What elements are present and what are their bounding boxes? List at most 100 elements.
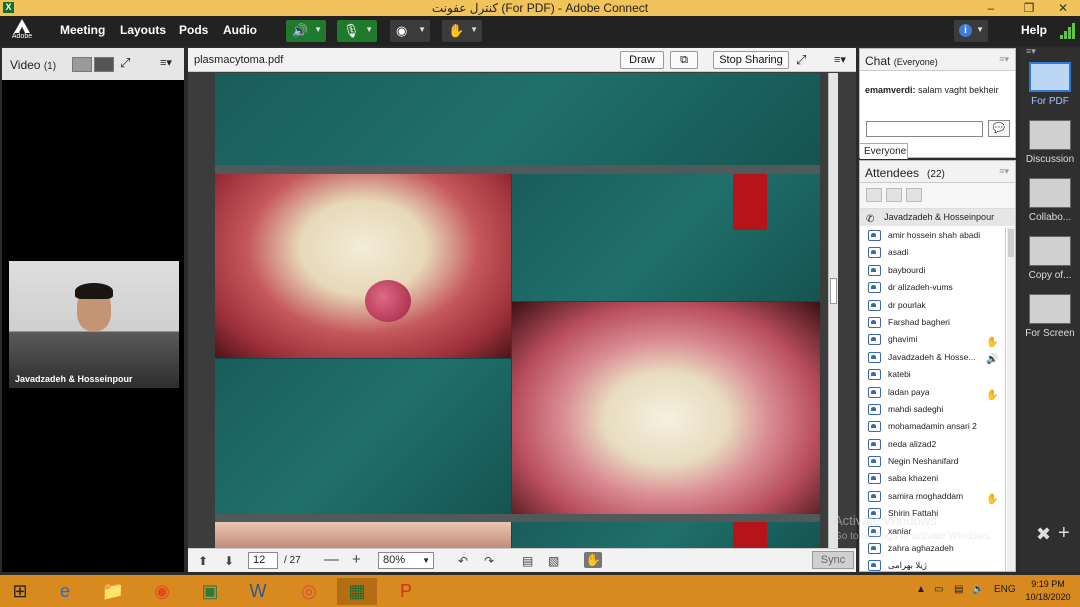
user-icon: [868, 438, 881, 450]
pod-menu-icon[interactable]: ≡▾: [1026, 46, 1036, 57]
attendee-row[interactable]: dr alizadeh-vums: [860, 279, 1005, 296]
tray-expand-icon[interactable]: ▲: [916, 584, 926, 595]
host-row[interactable]: ✆ Javadzadeh & Hosseinpour: [860, 209, 1015, 226]
draw-button[interactable]: Draw: [620, 51, 664, 69]
attendee-row[interactable]: katebi: [860, 366, 1005, 383]
zoom-in-icon[interactable]: +: [352, 551, 361, 568]
attendee-row[interactable]: dr pourlak: [860, 297, 1005, 314]
attendee-row[interactable]: ژیلا بهرامی: [860, 557, 1005, 571]
send-message-button[interactable]: 💬: [988, 120, 1010, 137]
document-scrollbar[interactable]: [828, 73, 838, 549]
attendee-row[interactable]: ghavimi ✋: [860, 331, 1005, 348]
layout-item[interactable]: Collabo...: [1024, 178, 1076, 223]
pod-menu-icon[interactable]: ≡▾: [999, 166, 1009, 177]
menu-pods[interactable]: Pods: [179, 23, 208, 37]
menu-audio[interactable]: Audio: [223, 23, 257, 37]
info-button[interactable]: i ▼: [954, 20, 988, 42]
attendee-row[interactable]: mohamadamin ansari 2: [860, 418, 1005, 435]
network-icon[interactable]: ▤: [954, 584, 963, 595]
layout-item[interactable]: For PDF: [1024, 62, 1076, 107]
layout-label: Copy of...: [1028, 270, 1072, 281]
single-page-icon[interactable]: ▤: [522, 554, 533, 568]
webcam-button[interactable]: ◉ ▼: [390, 20, 430, 42]
attendee-scrollbar[interactable]: [1007, 227, 1015, 571]
pointer-icon: ⧉: [680, 54, 688, 66]
microphone-button[interactable]: 🎙 ▼: [337, 20, 377, 42]
pod-menu-icon[interactable]: ≡▾: [834, 53, 846, 66]
arrow-up-icon[interactable]: ⬆: [198, 554, 208, 568]
attendee-name: ژیلا بهرامی: [888, 560, 927, 571]
attendee-row[interactable]: mahdi sadeghi: [860, 401, 1005, 418]
store-icon[interactable]: ▣: [190, 578, 230, 605]
attendee-row[interactable]: Farshad bagheri: [860, 314, 1005, 331]
file-explorer-icon[interactable]: 📁: [93, 578, 133, 605]
attendees-title: Attendees: [865, 166, 920, 180]
attendee-row[interactable]: amir hossein shah abadi: [860, 227, 1005, 244]
attendee-row[interactable]: Negin Neshanifard: [860, 453, 1005, 470]
adobe-connect-icon[interactable]: ▦: [337, 578, 377, 605]
menu-meeting[interactable]: Meeting: [60, 23, 105, 37]
windows-start-icon[interactable]: ⊞: [0, 578, 40, 605]
stop-sharing-button[interactable]: Stop Sharing: [713, 51, 789, 69]
filmstrip-view-icon[interactable]: [94, 57, 114, 72]
hand-tool-icon[interactable]: ✋: [584, 552, 602, 568]
zoom-select[interactable]: 80% ▼: [378, 552, 434, 569]
chat-input[interactable]: [866, 121, 983, 137]
maximize-button[interactable]: ❐: [1014, 0, 1044, 16]
pointer-button[interactable]: ⧉: [670, 51, 698, 69]
speaker-button[interactable]: 🔊 ▼: [286, 20, 326, 42]
arrow-down-icon[interactable]: ⬇: [224, 554, 234, 568]
layout-item[interactable]: Discussion: [1024, 120, 1076, 165]
list-view-icon[interactable]: [866, 188, 882, 202]
menu-help[interactable]: Help: [1021, 23, 1047, 37]
adobe-logo-icon: Adobe: [10, 19, 34, 43]
chat-recipient-tab[interactable]: Everyone: [860, 143, 908, 159]
close-button[interactable]: ✕: [1048, 0, 1078, 16]
internet-explorer-icon[interactable]: e: [45, 578, 85, 605]
breakout-view-icon[interactable]: [886, 188, 902, 202]
zoom-out-icon[interactable]: —: [324, 551, 339, 568]
volume-icon[interactable]: 🔈: [972, 584, 984, 595]
video-thumbnail[interactable]: Javadzadeh & Hosseinpour: [9, 261, 179, 388]
fullscreen-icon[interactable]: ⤢: [796, 52, 806, 68]
attendee-row[interactable]: saba khazeni: [860, 470, 1005, 487]
sync-button[interactable]: Sync: [812, 551, 854, 569]
chrome-icon[interactable]: ◎: [289, 578, 329, 605]
attendee-row[interactable]: zahra aghazadeh: [860, 540, 1005, 557]
language-indicator[interactable]: ENG: [994, 584, 1016, 595]
close-layout-icon[interactable]: ✖: [1036, 524, 1051, 545]
layout-item[interactable]: Copy of...: [1024, 236, 1076, 281]
attendee-row[interactable]: Javadzadeh & Hosse... 🔊: [860, 349, 1005, 366]
chat-sender: emamverdi:: [865, 85, 916, 95]
add-layout-icon[interactable]: +: [1058, 522, 1070, 545]
pod-menu-icon[interactable]: ≡▾: [999, 54, 1009, 65]
page-number-input[interactable]: 12: [248, 552, 278, 569]
attendee-name: dr alizadeh-vums: [888, 282, 953, 293]
rotate-left-icon[interactable]: ↶: [458, 554, 468, 568]
raised-hand-icon: ✋: [986, 389, 999, 401]
taskbar-clock[interactable]: 9:19 PM 10/18/2020: [1020, 578, 1076, 604]
role-view-icon[interactable]: [906, 188, 922, 202]
status-button[interactable]: ✋ ▼: [442, 20, 482, 42]
oral-photo-partial: [215, 522, 511, 549]
attendee-row[interactable]: neda alizad2: [860, 436, 1005, 453]
rotate-right-icon[interactable]: ↷: [484, 554, 494, 568]
attendee-name: saba khazeni: [888, 473, 939, 484]
attendee-row[interactable]: ladan paya ✋: [860, 384, 1005, 401]
grid-view-icon[interactable]: [72, 57, 92, 72]
word-icon[interactable]: W: [238, 578, 278, 605]
fullscreen-icon[interactable]: ⤢: [120, 55, 130, 71]
powerpoint-icon[interactable]: P: [386, 578, 426, 605]
attendee-row[interactable]: asadi: [860, 244, 1005, 261]
attendee-row[interactable]: baybourdi: [860, 262, 1005, 279]
page-total: / 27: [284, 555, 301, 566]
pod-menu-icon[interactable]: ≡▾: [160, 56, 172, 69]
speaker-icon: 🔊: [292, 23, 309, 38]
minimize-button[interactable]: –: [976, 0, 1006, 16]
user-icon: [868, 456, 881, 468]
firefox-icon[interactable]: ◉: [142, 578, 182, 605]
layout-item[interactable]: For Screen: [1024, 294, 1076, 339]
attendee-row[interactable]: samira moghaddam ✋: [860, 488, 1005, 505]
two-page-icon[interactable]: ▧: [548, 554, 559, 568]
menu-layouts[interactable]: Layouts: [120, 23, 166, 37]
